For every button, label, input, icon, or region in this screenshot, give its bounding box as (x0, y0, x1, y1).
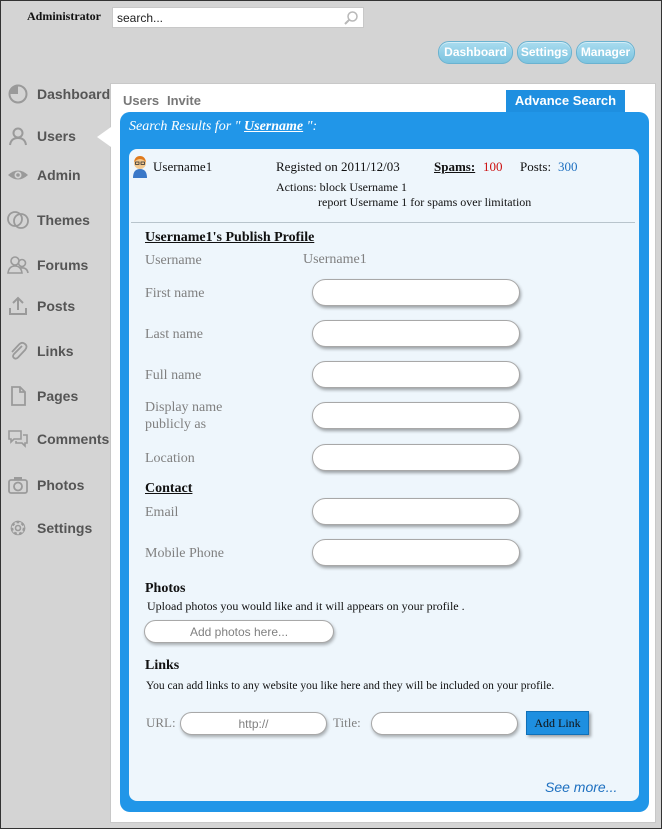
url-label: URL: (146, 715, 176, 730)
results-content (129, 149, 639, 801)
advance-search-button[interactable]: Advance Search (506, 90, 625, 112)
camera-icon (8, 477, 28, 494)
eye-icon (8, 170, 28, 180)
display-name-label-line2: publicly as (145, 417, 207, 432)
dashboard-icon (8, 84, 28, 104)
mobile-phone-field[interactable] (312, 539, 520, 566)
sidebar-item-label: Links (37, 343, 74, 359)
active-item-pointer (97, 127, 111, 147)
add-photos-field[interactable] (144, 620, 334, 643)
sidebar-item-label: Comments (37, 431, 110, 447)
last-name-label: Last name (145, 327, 203, 342)
settings-button[interactable]: Settings (517, 41, 572, 64)
sidebar-item-dashboard[interactable]: Dashboard (7, 82, 110, 106)
full-name-field[interactable] (312, 361, 520, 388)
photos-description: Upload photos you would like and it will… (147, 599, 465, 613)
location-label: Location (145, 451, 195, 466)
sidebar-item-label: Admin (37, 167, 81, 183)
display-name-label: Display name publicly as (145, 399, 222, 433)
manager-button[interactable]: Manager (576, 41, 635, 64)
search-box[interactable] (112, 7, 364, 28)
dashboard-button[interactable]: Dashboard (438, 41, 513, 64)
sidebar-item-settings[interactable]: Settings (7, 516, 92, 540)
user-name[interactable]: Username1 (153, 159, 212, 175)
first-name-field[interactable] (312, 279, 520, 306)
results-suffix: ": (303, 119, 318, 134)
paperclip-icon (11, 341, 28, 360)
location-field[interactable] (312, 444, 520, 471)
sidebar-item-forums[interactable]: Forums (7, 253, 88, 277)
admin-label: Administrator (27, 9, 101, 23)
sidebar-item-label: Photos (37, 477, 85, 493)
sidebar-item-admin[interactable]: Admin (7, 163, 81, 187)
sidebar-item-comments[interactable]: Comments (7, 427, 109, 451)
forums-icon (7, 256, 29, 274)
page-icon (11, 386, 26, 406)
upload-icon (9, 296, 27, 315)
contact-title: Contact (145, 481, 193, 496)
links-description: You can add links to any website you lik… (146, 680, 555, 692)
full-name-label: Full name (145, 368, 202, 383)
email-label: Email (145, 505, 179, 520)
username-label: Username (145, 253, 202, 268)
actions-block[interactable]: Actions: block Username 1 (276, 180, 407, 195)
add-link-button[interactable]: Add Link (526, 711, 589, 735)
app-window: Administrator Dashboard Settings Manager… (0, 0, 662, 829)
spams-label: Spams: (434, 159, 476, 174)
themes-icon (7, 211, 29, 229)
posts-label: Posts: (520, 159, 552, 174)
profile-title: Username1's Publish Profile (145, 230, 315, 245)
tab-users[interactable]: Users (123, 93, 159, 108)
sidebar-item-label: Dashboard (37, 86, 111, 102)
comments-icon (8, 430, 28, 448)
tab-invite[interactable]: Invite (167, 93, 201, 108)
display-name-label-line1: Display name (145, 400, 223, 415)
search-input[interactable] (117, 10, 335, 26)
user-icon (9, 127, 27, 146)
title-label: Title: (333, 715, 361, 730)
actions-report[interactable]: report Username 1 for spams over limitat… (318, 195, 531, 210)
divider (131, 222, 635, 223)
photos-title: Photos (145, 581, 186, 596)
sidebar-item-users[interactable]: Users (7, 124, 76, 148)
mobile-phone-label: Mobile Phone (145, 546, 224, 561)
last-name-field[interactable] (312, 320, 520, 347)
link-title-field[interactable] (371, 712, 518, 735)
sidebar-item-posts[interactable]: Posts (7, 294, 75, 318)
sidebar-item-label: Settings (37, 520, 93, 536)
sidebar-item-label: Themes (37, 212, 90, 228)
see-more-link[interactable]: See more... (545, 779, 617, 795)
first-name-label: First name (145, 286, 205, 301)
posts-count: 300 (558, 159, 578, 174)
sidebar-item-photos[interactable]: Photos (7, 473, 84, 497)
registered-date: Registed on 2011/12/03 (276, 159, 400, 174)
sidebar-item-links[interactable]: Links (7, 339, 74, 363)
display-name-field[interactable] (312, 402, 520, 429)
search-term[interactable]: Username (244, 119, 303, 134)
sidebar-item-themes[interactable]: Themes (7, 208, 90, 232)
username-value: Username1 (303, 252, 367, 267)
sidebar-item-label: Users (37, 128, 76, 144)
sidebar-item-pages[interactable]: Pages (7, 384, 78, 408)
sidebar-item-label: Posts (37, 298, 76, 314)
url-field[interactable] (180, 712, 327, 735)
search-icon[interactable] (343, 10, 359, 26)
gear-icon (10, 520, 26, 536)
links-title: Links (145, 658, 180, 673)
search-results-heading: Search Results for " Username ": (129, 119, 317, 135)
sidebar-item-label: Pages (37, 388, 79, 404)
sidebar-item-label: Forums (37, 257, 89, 273)
email-field[interactable] (312, 498, 520, 525)
spams-count: 100 (483, 159, 503, 174)
avatar (133, 156, 147, 178)
results-prefix: Search Results for " (129, 119, 245, 134)
